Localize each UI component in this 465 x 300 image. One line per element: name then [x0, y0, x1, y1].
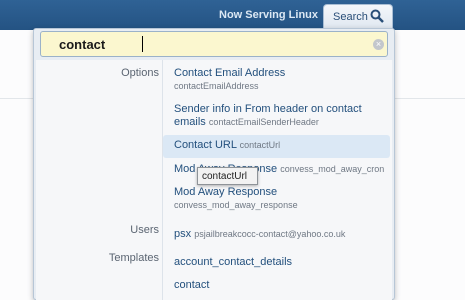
text-caret: [142, 36, 143, 52]
search-input[interactable]: contact ×: [40, 31, 388, 57]
clear-icon[interactable]: ×: [373, 39, 384, 50]
result-title: Contact URL: [174, 139, 237, 151]
result-title: psx: [174, 228, 192, 240]
result-title-continued: emails contactEmailSenderHeader: [174, 116, 390, 129]
tooltip: contactUrl: [197, 167, 258, 185]
result-item[interactable]: contact: [163, 279, 390, 297]
result-title: Sender info in From header on contact: [174, 103, 362, 115]
result-item[interactable]: Sender info in From header on contact em…: [163, 103, 390, 133]
result-subtitle: convess_mod_away_cron: [280, 164, 385, 174]
result-item[interactable]: psx psjailbreakcocc-contact@yahoo.co.uk: [163, 228, 390, 246]
top-navigation-bar: Now Serving Linux Search: [0, 0, 465, 30]
result-title: account_contact_details: [174, 256, 293, 268]
result-title-line: Contact URL contactUrl: [174, 139, 390, 152]
result-item[interactable]: account_contact_details: [163, 256, 390, 274]
section-label-options: Options: [121, 67, 159, 79]
search-input-value: contact: [59, 37, 106, 52]
result-title-line: psx psjailbreakcocc-contact@yahoo.co.uk: [174, 228, 390, 241]
section-label-users: Users: [130, 224, 159, 236]
search-tab[interactable]: Search: [323, 4, 393, 30]
now-serving-link[interactable]: Now Serving Linux: [219, 9, 318, 21]
result-item[interactable]: Contact Email Address contactEmailAddres…: [163, 67, 390, 97]
result-item[interactable]: Mod Away Response convess_mod_away_respo…: [163, 186, 390, 216]
result-title: Mod Away Response: [174, 186, 278, 198]
section-label-templates: Templates: [108, 252, 159, 264]
result-title: contact: [174, 279, 210, 291]
result-subtitle: convess_mod_away_response: [174, 200, 298, 210]
result-title: Contact Email Address: [174, 67, 286, 79]
result-title-line2: emails: [174, 116, 206, 128]
result-subtitle: contactEmailAddress: [174, 81, 259, 91]
result-subtitle: contactUrl: [239, 140, 281, 150]
result-subtitle: psjailbreakcocc-contact@yahoo.co.uk: [194, 229, 346, 239]
result-subtitle: contactEmailSenderHeader: [208, 117, 319, 127]
result-item-highlighted[interactable]: Contact URL contactUrl: [163, 135, 390, 158]
search-tab-label: Search: [333, 11, 368, 23]
search-icon: [370, 9, 384, 23]
